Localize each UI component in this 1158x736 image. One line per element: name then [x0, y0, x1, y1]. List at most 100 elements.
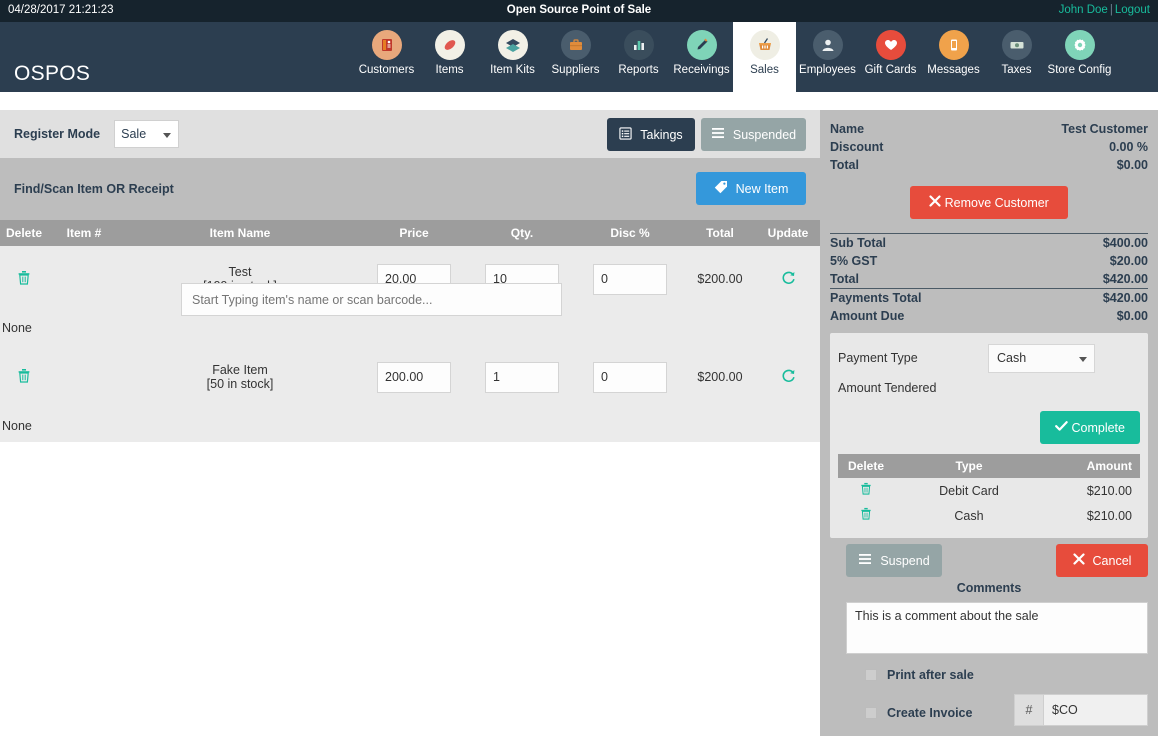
item-name-text: Fake Item: [212, 363, 268, 377]
payment-delete-cell: [838, 478, 894, 503]
user-separator: |: [1109, 4, 1113, 16]
receivings-icon: [686, 30, 717, 60]
customer-name-row: Name Test Customer: [830, 120, 1148, 138]
nav-item-taxes[interactable]: Taxes: [985, 22, 1048, 92]
store-config-icon: [1064, 30, 1095, 60]
sale-items-table: Delete Item # Item Name Price Qty. Disc …: [0, 220, 820, 442]
header-price: Price: [360, 220, 468, 246]
nav-label-taxes: Taxes: [1001, 64, 1032, 76]
table-row: Cash $210.00: [838, 503, 1140, 528]
disc-input[interactable]: [593, 263, 667, 295]
disc-input[interactable]: [593, 361, 667, 393]
create-invoice-checkbox[interactable]: [865, 707, 877, 719]
print-after-sale-label: Print after sale: [887, 668, 974, 682]
nav-item-suppliers[interactable]: Suppliers: [544, 22, 607, 92]
suspend-button-label: Suspend: [880, 553, 930, 568]
nav-label-employees: Employees: [799, 64, 856, 76]
nav-item-gift-cards[interactable]: Gift Cards: [859, 22, 922, 92]
payments-table: Delete Type Amount Debit Card $210.00 Ca…: [838, 454, 1140, 528]
takings-button[interactable]: Takings: [607, 118, 695, 151]
amount-due-value: $0.00: [1116, 309, 1148, 323]
header-item-number: Item #: [48, 220, 120, 246]
logout-link[interactable]: Logout: [1115, 4, 1150, 16]
cell-total: $200.00: [684, 246, 756, 312]
nav-label-item-kits: Item Kits: [490, 64, 535, 76]
tag-icon: [714, 180, 728, 197]
trash-icon[interactable]: [860, 482, 872, 499]
header-update: Update: [756, 220, 820, 246]
nav-item-reports[interactable]: Reports: [607, 22, 670, 92]
nav-item-items[interactable]: Items: [418, 22, 481, 92]
suspended-button[interactable]: Suspended: [701, 118, 806, 151]
close-icon: [1072, 553, 1085, 568]
tax-value: $20.00: [1109, 254, 1148, 268]
nav-item-customers[interactable]: Customers: [355, 22, 418, 92]
nav-item-item-kits[interactable]: Item Kits: [481, 22, 544, 92]
table-row-note: None: [0, 312, 820, 344]
chevron-down-icon: [163, 133, 172, 138]
trash-icon[interactable]: [17, 270, 31, 289]
items-table-header-row: Delete Item # Item Name Price Qty. Disc …: [0, 220, 820, 246]
refresh-icon[interactable]: [781, 271, 796, 289]
qty-input[interactable]: [485, 361, 559, 393]
comments-textarea[interactable]: This is a comment about the sale: [846, 602, 1148, 654]
print-after-sale-checkbox[interactable]: [865, 669, 877, 681]
item-name-text: Test: [228, 265, 252, 279]
payment-delete-cell: [838, 503, 894, 528]
customer-name-value: Test Customer: [1061, 122, 1148, 136]
nav-items: Customers Items Item Kits Suppliers Repo: [355, 22, 1111, 92]
create-invoice-row[interactable]: Create Invoice: [865, 706, 972, 720]
register-mode-select[interactable]: Sale: [114, 120, 180, 148]
cell-total: $200.00: [684, 344, 756, 410]
nav-item-store-config[interactable]: Store Config: [1048, 22, 1111, 92]
trash-icon[interactable]: [17, 368, 31, 387]
suspend-button[interactable]: Suspend: [846, 544, 942, 577]
sub-total-label: Sub Total: [830, 236, 887, 250]
price-input[interactable]: [377, 361, 451, 393]
comments-label: Comments: [956, 581, 1022, 595]
item-stock-text: [50 in stock]: [206, 377, 274, 391]
remove-customer-button[interactable]: Remove Customer: [910, 186, 1068, 219]
brand-logo[interactable]: OSPOS: [14, 62, 90, 86]
customer-discount-row: Discount 0.00 %: [830, 138, 1148, 156]
new-item-button[interactable]: New Item: [696, 172, 806, 205]
refresh-icon[interactable]: [781, 369, 796, 387]
print-after-sale-row[interactable]: Print after sale: [865, 668, 974, 682]
hash-icon: #: [1014, 694, 1044, 726]
amount-due-row: Amount Due $0.00: [830, 307, 1148, 325]
cancel-button[interactable]: Cancel: [1056, 544, 1148, 577]
register-mode-bar: Register Mode Sale Takings Suspended: [0, 110, 820, 158]
payments-header-amount: Amount: [1044, 454, 1140, 478]
user-name-link[interactable]: John Doe: [1059, 4, 1108, 16]
payment-type-select[interactable]: Cash: [988, 343, 1095, 373]
suppliers-icon: [560, 30, 591, 60]
create-invoice-label: Create Invoice: [887, 706, 973, 720]
trash-icon[interactable]: [860, 507, 872, 524]
table-row: Fake Item [50 in stock] $200.00: [0, 344, 820, 410]
nav-item-sales[interactable]: Sales: [733, 22, 796, 92]
suspended-button-label: Suspended: [732, 127, 797, 142]
complete-button[interactable]: Complete: [1040, 411, 1140, 444]
find-scan-input[interactable]: [181, 283, 562, 316]
grand-total-row: Total $420.00: [830, 270, 1148, 288]
header-item-name: Item Name: [120, 220, 360, 246]
customers-icon: [371, 30, 402, 60]
header-delete: Delete: [0, 220, 48, 246]
complete-button-label: Complete: [1071, 421, 1125, 435]
cell-item-number: [48, 344, 120, 410]
payments-total-row: Payments Total $420.00: [830, 289, 1148, 307]
nav-label-customers: Customers: [358, 64, 415, 76]
invoice-number-input[interactable]: [1044, 694, 1148, 726]
cell-delete: [0, 246, 48, 312]
nav-item-receivings[interactable]: Receivings: [670, 22, 733, 92]
register-mode-value: Sale: [121, 127, 147, 141]
messages-icon: [938, 30, 969, 60]
payment-type-cell: Debit Card: [894, 478, 1044, 503]
nav-item-employees[interactable]: Employees: [796, 22, 859, 92]
nav-label-items: Items: [435, 64, 464, 76]
cancel-button-label: Cancel: [1092, 553, 1132, 568]
chevron-down-icon: [1079, 356, 1087, 362]
nav-item-messages[interactable]: Messages: [922, 22, 985, 92]
payment-amount-cell: $210.00: [1044, 503, 1140, 528]
nav-label-reports: Reports: [618, 64, 659, 76]
